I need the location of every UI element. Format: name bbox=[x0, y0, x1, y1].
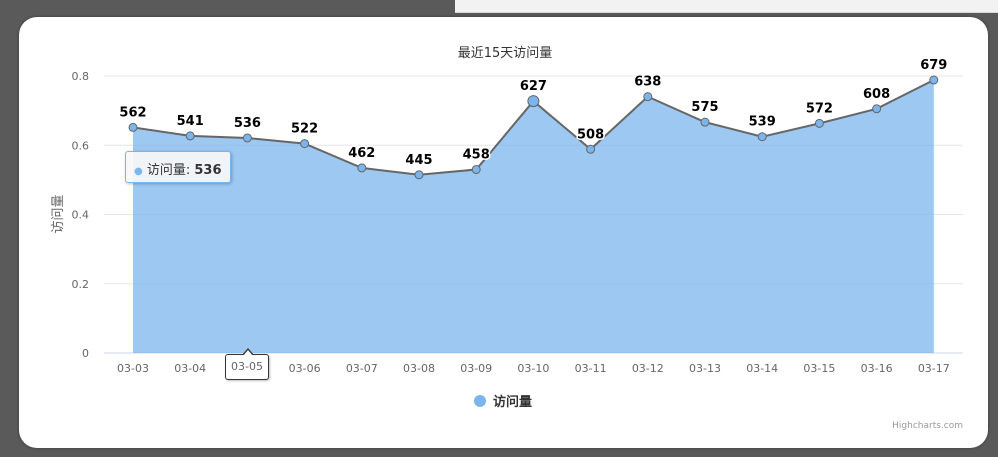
x-tick-label: 03-03 bbox=[117, 362, 149, 375]
data-point[interactable] bbox=[300, 139, 310, 149]
y-axis-ticks: 0 0.2 0.4 0.6 0.8 bbox=[72, 70, 90, 360]
x-tick-label: 03-15 bbox=[803, 362, 835, 375]
credits-link[interactable]: Highcharts.com bbox=[892, 421, 963, 431]
y-tick-label: 0.8 bbox=[72, 70, 90, 83]
data-point[interactable] bbox=[242, 133, 252, 143]
data-point[interactable] bbox=[414, 170, 424, 180]
chart-title: 最近15天访问量 bbox=[458, 46, 553, 61]
area-chart: 最近15天访问量 0 0.2 0.4 0.6 0.8 访问量 03-03 03-04 03-… bbox=[51, 46, 963, 431]
data-label: 608 bbox=[863, 87, 890, 102]
legend-label[interactable]: 访问量 bbox=[493, 394, 532, 410]
data-label: 458 bbox=[463, 148, 490, 163]
y-tick-label: 0.4 bbox=[72, 209, 90, 222]
x-tick-label: 03-09 bbox=[460, 362, 492, 375]
data-label: 522 bbox=[291, 122, 318, 137]
tooltip-series-label: 访问量: bbox=[146, 163, 195, 178]
data-label: 541 bbox=[177, 114, 204, 129]
data-point[interactable] bbox=[527, 95, 540, 108]
x-tick-label: 03-14 bbox=[746, 362, 778, 375]
data-label: 562 bbox=[119, 105, 146, 120]
x-tick-label: 03-10 bbox=[517, 362, 549, 375]
crosshair-category: 03-05 bbox=[231, 360, 263, 373]
data-point[interactable] bbox=[929, 75, 939, 85]
x-tick-label: 03-04 bbox=[174, 362, 206, 375]
data-point[interactable] bbox=[814, 118, 824, 128]
x-tick-label: 03-16 bbox=[861, 362, 893, 375]
tooltip: ● 访问量: 536 bbox=[125, 151, 231, 183]
data-label: 445 bbox=[405, 153, 432, 168]
data-label: 575 bbox=[691, 100, 718, 115]
y-tick-label: 0.2 bbox=[72, 278, 90, 291]
data-point[interactable] bbox=[872, 104, 882, 114]
x-tick-label: 03-06 bbox=[289, 362, 321, 375]
data-label: 508 bbox=[577, 127, 604, 142]
data-label: 536 bbox=[234, 116, 261, 131]
data-point[interactable] bbox=[471, 165, 481, 175]
x-tick-label: 03-11 bbox=[575, 362, 607, 375]
data-label: 627 bbox=[520, 79, 547, 94]
data-point[interactable] bbox=[643, 92, 653, 102]
y-tick-label: 0.6 bbox=[72, 139, 90, 152]
data-point[interactable] bbox=[128, 122, 138, 132]
x-tick-label: 03-17 bbox=[918, 362, 950, 375]
data-point[interactable] bbox=[700, 117, 710, 127]
legend[interactable]: 访问量 bbox=[474, 394, 532, 410]
data-point[interactable] bbox=[586, 144, 596, 154]
crosshair-notch-inner bbox=[243, 350, 253, 356]
data-label: 638 bbox=[634, 75, 661, 90]
data-label: 572 bbox=[806, 101, 833, 116]
legend-marker bbox=[474, 395, 486, 407]
data-label: 539 bbox=[749, 115, 776, 130]
y-tick-label: 0 bbox=[82, 347, 89, 360]
x-crosshair-label: 03-05 bbox=[225, 348, 269, 380]
x-tick-label: 03-08 bbox=[403, 362, 435, 375]
x-tick-label: 03-13 bbox=[689, 362, 721, 375]
tooltip-value: 536 bbox=[194, 163, 222, 178]
x-tick-label: 03-12 bbox=[632, 362, 664, 375]
data-point[interactable] bbox=[185, 131, 195, 141]
y-axis-title: 访问量 bbox=[51, 194, 66, 233]
tooltip-marker: ● bbox=[134, 166, 143, 177]
data-label: 679 bbox=[920, 58, 947, 73]
data-label: 462 bbox=[348, 146, 375, 161]
data-point[interactable] bbox=[357, 163, 367, 173]
data-point[interactable] bbox=[757, 132, 767, 142]
x-tick-label: 03-07 bbox=[346, 362, 378, 375]
